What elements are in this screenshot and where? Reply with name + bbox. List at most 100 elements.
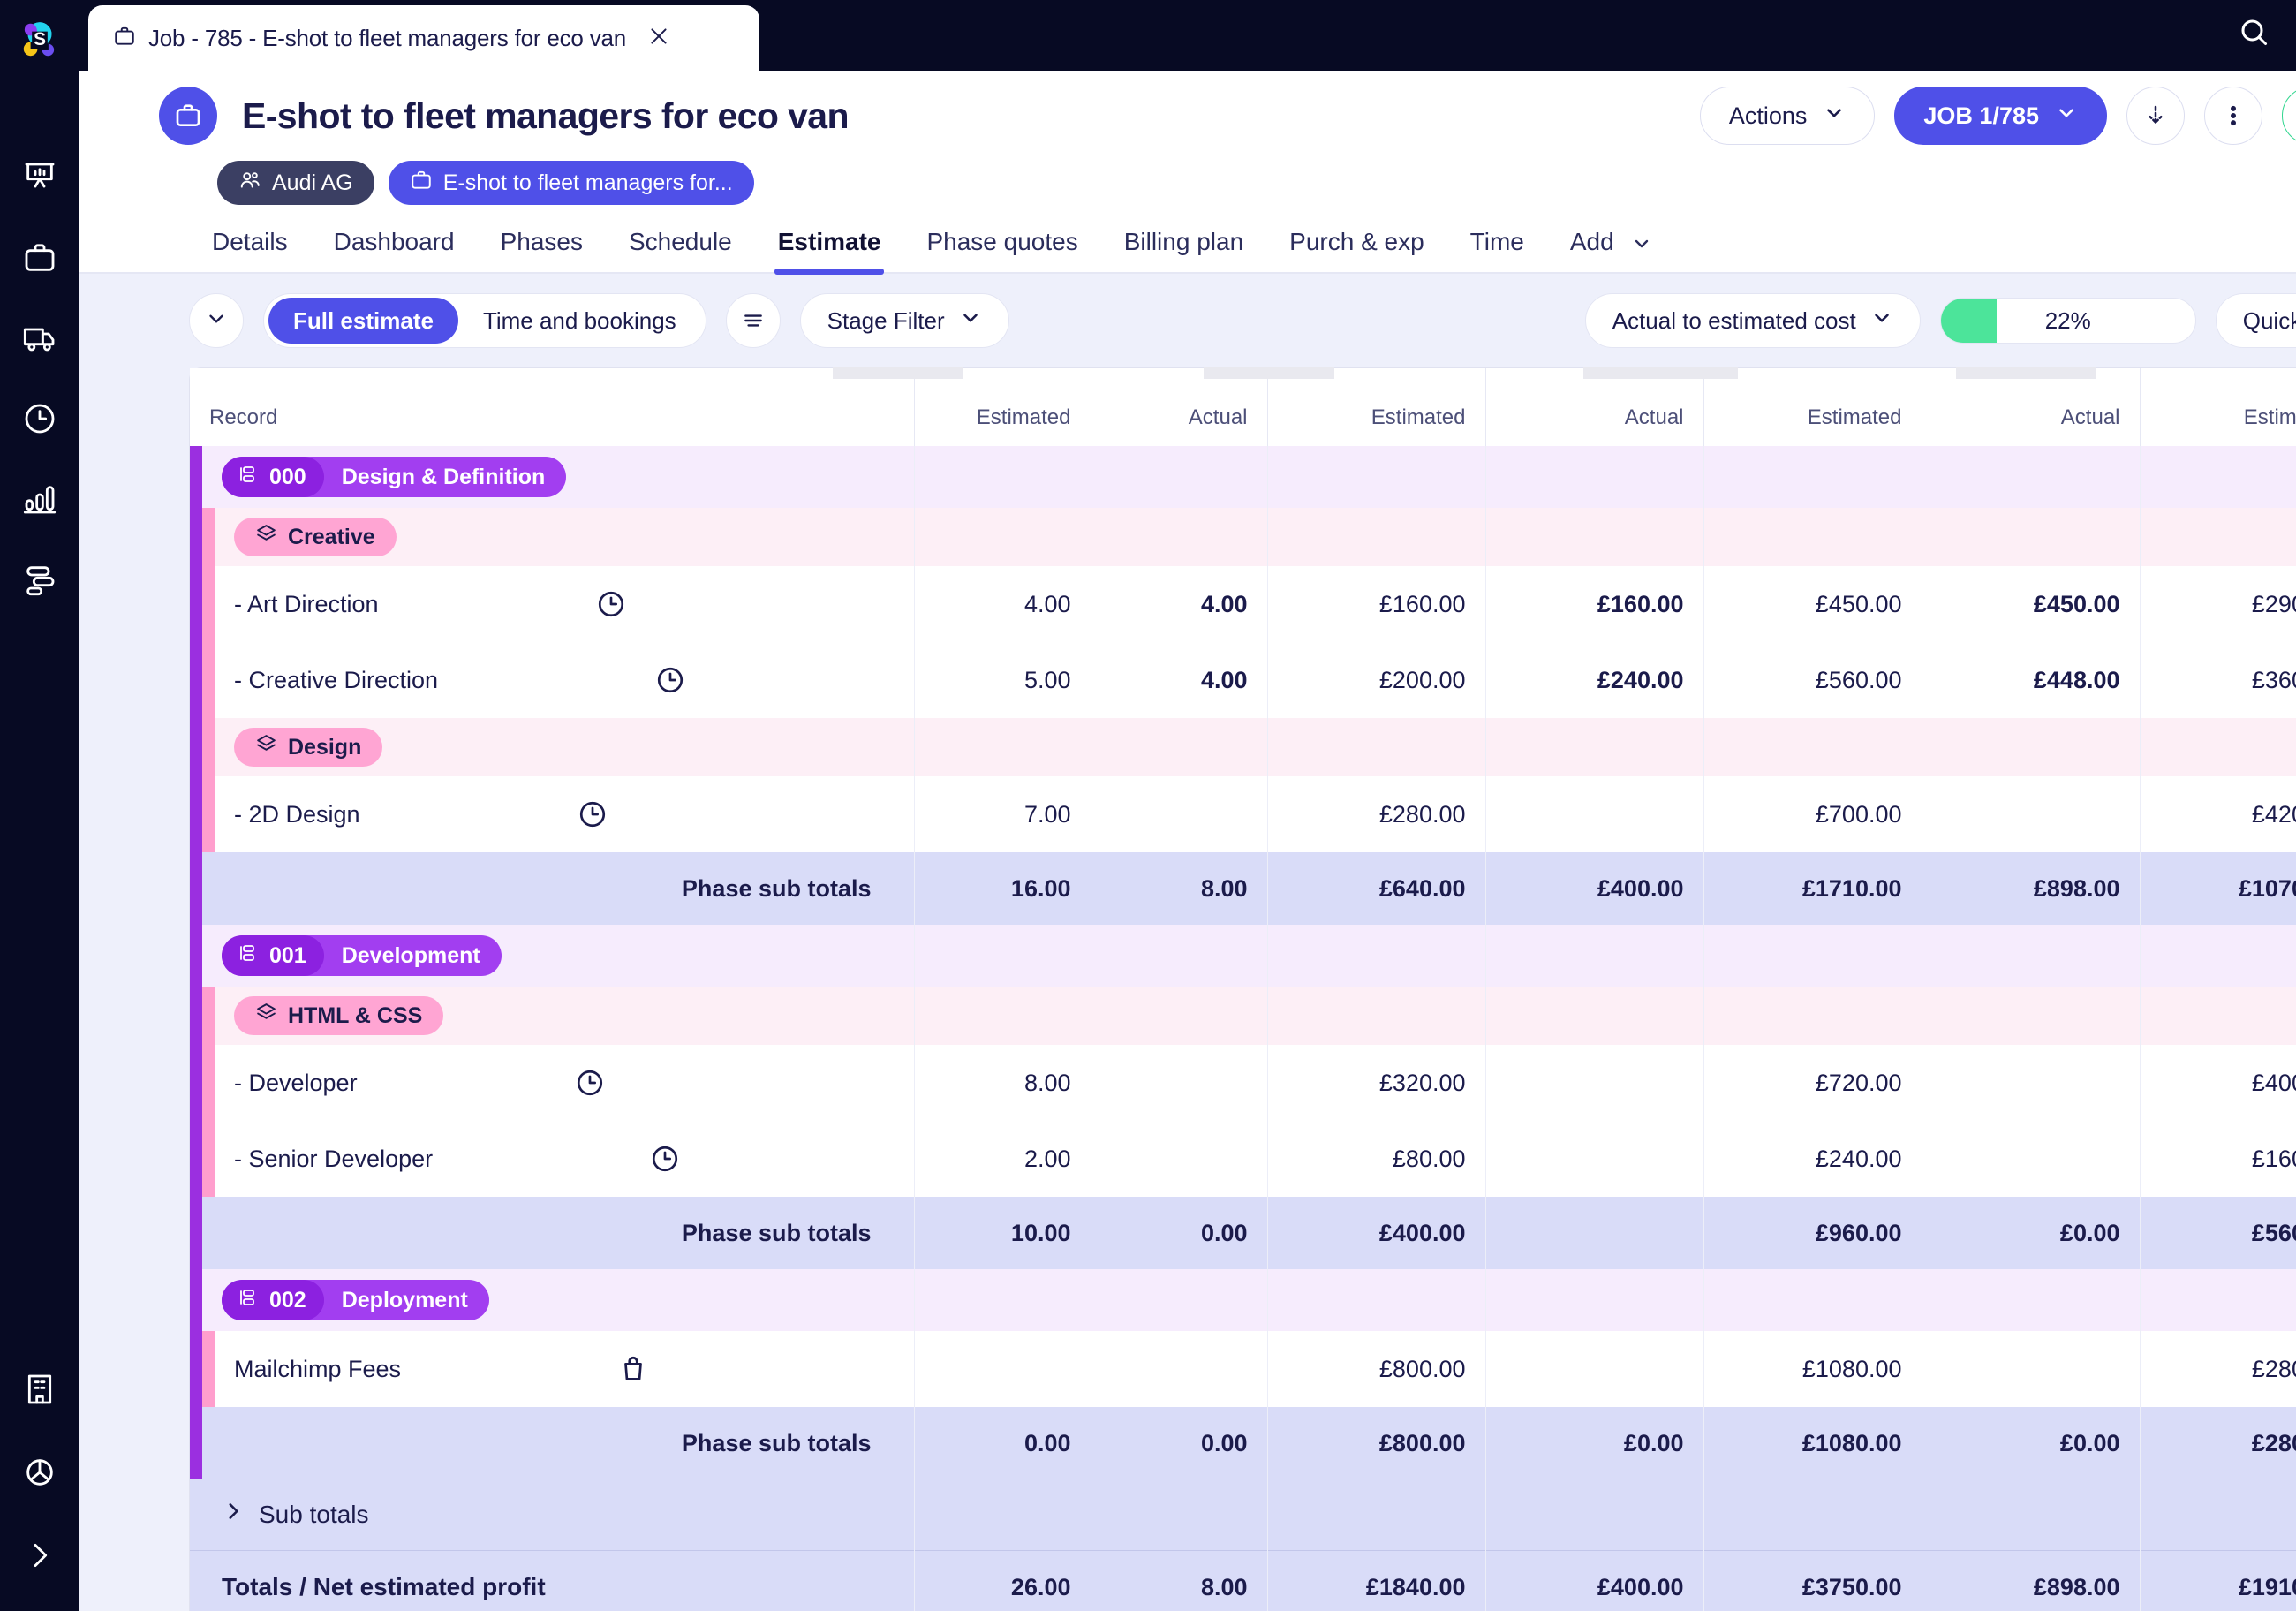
- table-row[interactable]: Design: [190, 718, 2296, 776]
- tab-phase-quotes[interactable]: Phase quotes: [903, 228, 1100, 272]
- sliders-icon[interactable]: [19, 559, 60, 600]
- cell[interactable]: [1485, 776, 1704, 852]
- tab-dashboard[interactable]: Dashboard: [311, 228, 478, 272]
- phase-tag[interactable]: 001 Development: [222, 935, 502, 976]
- presentation-chart-icon[interactable]: [19, 157, 60, 198]
- cell[interactable]: [1091, 1121, 1268, 1197]
- close-icon[interactable]: [647, 25, 670, 52]
- quick-estimate-button[interactable]: Quick estima: [2215, 293, 2296, 348]
- building-icon[interactable]: [19, 1369, 60, 1410]
- tab-phases[interactable]: Phases: [478, 228, 606, 272]
- job-chip[interactable]: E-shot to fleet managers for...: [388, 161, 754, 205]
- stage-tag[interactable]: HTML & CSS: [234, 996, 444, 1035]
- cell[interactable]: £280.00: [2140, 1331, 2296, 1407]
- cell[interactable]: 7.00: [914, 776, 1091, 852]
- cell[interactable]: £160.00: [1485, 566, 1704, 642]
- cell[interactable]: £400.00: [2140, 1045, 2296, 1121]
- cell[interactable]: 4.00: [914, 566, 1091, 642]
- clock-icon[interactable]: [19, 398, 60, 439]
- cell[interactable]: £360.00: [2140, 642, 2296, 718]
- table-row[interactable]: - 2D Design 7.00 £280.00 £700.00 £420.00: [190, 776, 2296, 852]
- clock-icon[interactable]: [650, 1144, 680, 1174]
- cell[interactable]: £450.00: [1703, 566, 1922, 642]
- table-row[interactable]: HTML & CSS: [190, 987, 2296, 1045]
- cell[interactable]: £200.00: [1267, 642, 1486, 718]
- table-row[interactable]: - Developer 8.00 £320.00 £720.00 £400.00: [190, 1045, 2296, 1121]
- app-logo[interactable]: S: [0, 0, 79, 79]
- cell[interactable]: 4.00: [1091, 642, 1268, 718]
- metric-dropdown[interactable]: Actual to estimated cost: [1584, 293, 1921, 348]
- cell[interactable]: £1080.00: [1703, 1331, 1922, 1407]
- tab-details[interactable]: Details: [189, 228, 311, 272]
- cell[interactable]: £450.00: [1922, 566, 2141, 642]
- table-row[interactable]: 002 Deployment: [190, 1269, 2296, 1331]
- search-icon[interactable]: [2238, 16, 2270, 52]
- table-row[interactable]: 000 Design & Definition: [190, 446, 2296, 508]
- cell[interactable]: [1922, 1331, 2141, 1407]
- cell[interactable]: [914, 1331, 1091, 1407]
- more-vertical-icon[interactable]: [2204, 87, 2262, 145]
- cell[interactable]: £290.00: [2140, 566, 2296, 642]
- bag-icon[interactable]: [618, 1354, 648, 1384]
- cell[interactable]: [1091, 1331, 1268, 1407]
- tab-schedule[interactable]: Schedule: [606, 228, 755, 272]
- table-row[interactable]: - Creative Direction 5.00 4.00 £200.00 £…: [190, 642, 2296, 718]
- cell[interactable]: 2.00: [914, 1121, 1091, 1197]
- phase-tag[interactable]: 002 Deployment: [222, 1280, 489, 1320]
- cell[interactable]: [1091, 1045, 1268, 1121]
- cell[interactable]: £80.00: [1267, 1121, 1486, 1197]
- cell[interactable]: £160.00: [2140, 1121, 2296, 1197]
- table-row[interactable]: 001 Development: [190, 925, 2296, 987]
- cell[interactable]: £240.00: [1703, 1121, 1922, 1197]
- subtotals-toggle[interactable]: Sub totals: [202, 1500, 369, 1529]
- cell[interactable]: £320.00: [1267, 1045, 1486, 1121]
- cell[interactable]: £420.00: [2140, 776, 2296, 852]
- cell[interactable]: [1922, 1045, 2141, 1121]
- cell[interactable]: [1485, 1045, 1704, 1121]
- table-row[interactable]: Mailchimp Fees £800.00 £1080.00 £280.00: [190, 1331, 2296, 1407]
- browser-tab[interactable]: Job - 785 - E-shot to fleet managers for…: [88, 5, 759, 71]
- phase-tag[interactable]: 000 Design & Definition: [222, 457, 567, 497]
- chevron-right-icon[interactable]: [19, 1535, 60, 1576]
- cell[interactable]: £800.00: [1267, 1331, 1486, 1407]
- cell[interactable]: [1922, 776, 2141, 852]
- stage-tag[interactable]: Design: [234, 728, 383, 767]
- stage-filter-dropdown[interactable]: Stage Filter: [799, 293, 1009, 348]
- clock-icon[interactable]: [578, 799, 608, 829]
- cell[interactable]: £448.00: [1922, 642, 2141, 718]
- status-avatar[interactable]: [2282, 87, 2296, 145]
- tab-billing-plan[interactable]: Billing plan: [1101, 228, 1266, 272]
- table-row[interactable]: Creative: [190, 508, 2296, 566]
- subtotals-row[interactable]: Sub totals: [190, 1479, 2296, 1550]
- segment-full-estimate[interactable]: Full estimate: [268, 298, 458, 344]
- stage-tag[interactable]: Creative: [234, 518, 397, 556]
- download-icon[interactable]: [2126, 87, 2185, 145]
- tab-time[interactable]: Time: [1447, 228, 1547, 272]
- tab-add[interactable]: Add: [1547, 228, 1676, 272]
- cell[interactable]: £280.00: [1267, 776, 1486, 852]
- cell[interactable]: 4.00: [1091, 566, 1268, 642]
- clock-icon[interactable]: [575, 1068, 605, 1098]
- cell[interactable]: [1091, 776, 1268, 852]
- job-selector-button[interactable]: JOB 1/785: [1894, 87, 2107, 145]
- clock-icon[interactable]: [655, 665, 685, 695]
- gear-icon[interactable]: [19, 1452, 60, 1493]
- actions-button[interactable]: Actions: [1699, 87, 1876, 145]
- segment-time-and-bookings[interactable]: Time and bookings: [458, 298, 701, 344]
- cell[interactable]: 8.00: [914, 1045, 1091, 1121]
- cell[interactable]: 5.00: [914, 642, 1091, 718]
- table-row[interactable]: - Senior Developer 2.00 £80.00 £240.00 £…: [190, 1121, 2296, 1197]
- cell[interactable]: £720.00: [1703, 1045, 1922, 1121]
- cell[interactable]: [1485, 1331, 1704, 1407]
- cell[interactable]: £700.00: [1703, 776, 1922, 852]
- collapse-button[interactable]: [189, 293, 244, 348]
- client-chip[interactable]: Audi AG: [217, 161, 374, 205]
- table-row[interactable]: - Art Direction 4.00 4.00 £160.00 £160.0…: [190, 566, 2296, 642]
- filter-icon[interactable]: [725, 293, 781, 348]
- cell[interactable]: £560.00: [1703, 642, 1922, 718]
- tab-purch-exp[interactable]: Purch & exp: [1266, 228, 1447, 272]
- cell[interactable]: [1922, 1121, 2141, 1197]
- cell[interactable]: [1485, 1121, 1704, 1197]
- truck-icon[interactable]: [19, 318, 60, 359]
- cell[interactable]: £240.00: [1485, 642, 1704, 718]
